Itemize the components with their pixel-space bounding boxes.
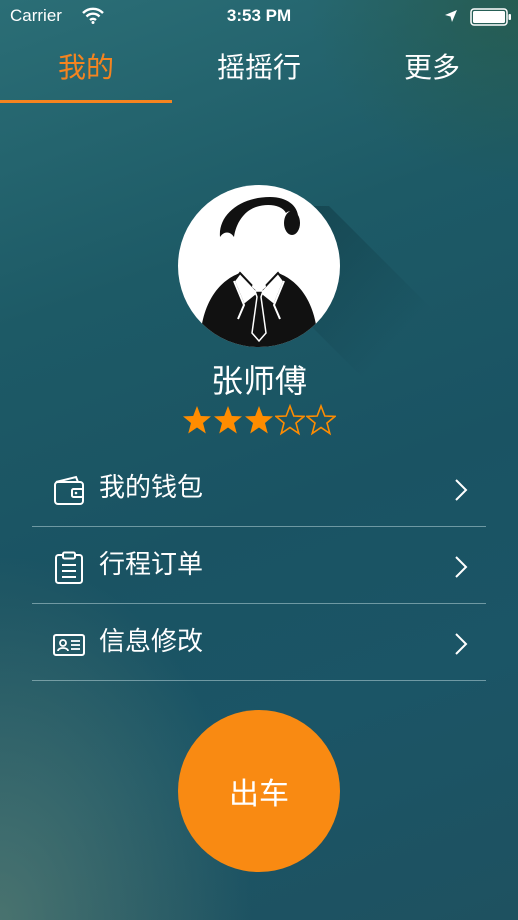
active-tab-indicator xyxy=(0,100,172,103)
wallet-icon xyxy=(54,475,84,505)
tab-bar: 我的 摇摇行 更多 xyxy=(0,44,518,104)
star-filled-icon xyxy=(245,406,273,434)
chevron-right-icon xyxy=(455,633,468,655)
driver-avatar-icon[interactable] xyxy=(178,185,340,347)
location-arrow-icon xyxy=(445,10,457,22)
chevron-right-icon xyxy=(455,556,468,578)
star-empty-icon xyxy=(306,404,336,436)
menu-label-trip-orders: 行程订单 xyxy=(99,550,204,580)
clock-time: 3:53 PM xyxy=(226,6,292,25)
star-filled-icon xyxy=(214,406,242,434)
menu-label-wallet: 我的钱包 xyxy=(99,473,204,503)
star-empty-icon xyxy=(275,404,305,436)
depart-button[interactable]: 出车 xyxy=(178,710,340,872)
battery-icon xyxy=(470,8,511,26)
tab-more[interactable]: 更多 xyxy=(346,44,518,100)
menu-item-wallet[interactable]: 我的钱包 xyxy=(32,450,486,527)
menu-item-edit-info[interactable]: 信息修改 xyxy=(32,604,486,681)
screen: Carrier 3:53 PM 我的 摇摇行 更多 张师傅 我的钱包 行程订单 … xyxy=(0,0,518,920)
tab-mine[interactable]: 我的 xyxy=(0,44,172,100)
menu-item-trip-orders[interactable]: 行程订单 xyxy=(32,527,486,604)
id-card-icon xyxy=(53,634,85,656)
menu-list: 我的钱包 行程订单 信息修改 xyxy=(32,450,486,681)
star-rating xyxy=(182,404,336,438)
chevron-right-icon xyxy=(455,479,468,501)
star-filled-icon xyxy=(183,406,211,434)
menu-label-edit-info: 信息修改 xyxy=(99,627,204,657)
driver-name: 张师傅 xyxy=(210,362,307,400)
tab-shake[interactable]: 摇摇行 xyxy=(172,44,346,100)
clipboard-icon xyxy=(55,551,83,584)
status-bar: Carrier 3:53 PM xyxy=(0,0,518,34)
